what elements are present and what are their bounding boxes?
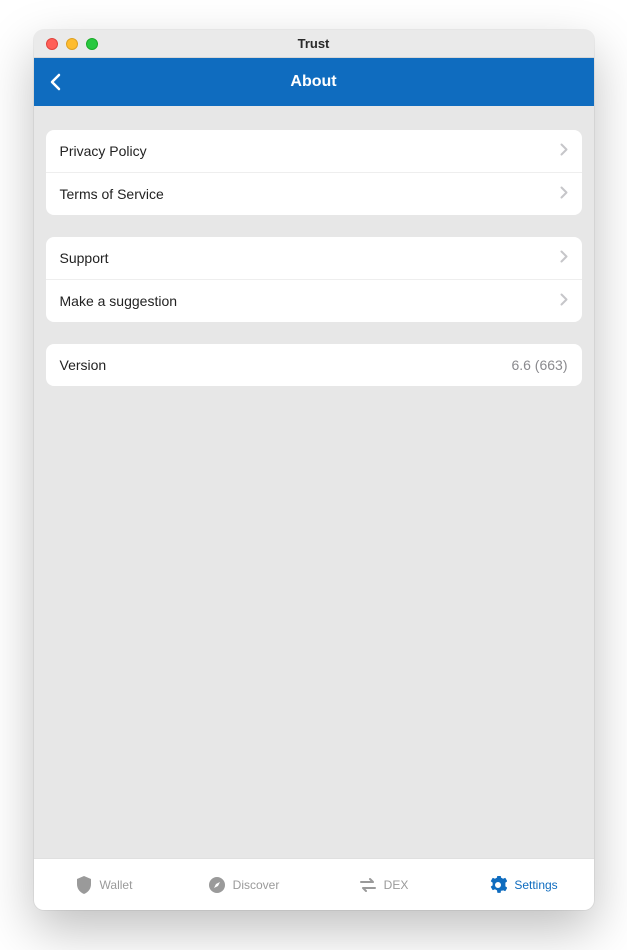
- row-privacy-policy[interactable]: Privacy Policy: [46, 130, 582, 173]
- app-header: About: [34, 58, 594, 106]
- tab-wallet[interactable]: Wallet: [34, 859, 174, 910]
- chevron-right-icon: [560, 250, 568, 266]
- gear-icon: [489, 876, 507, 894]
- row-label: Terms of Service: [60, 186, 164, 202]
- tab-label: Wallet: [100, 878, 133, 892]
- tab-discover[interactable]: Discover: [174, 859, 314, 910]
- page-title: About: [34, 73, 594, 91]
- tab-label: DEX: [384, 878, 409, 892]
- list-group-legal: Privacy Policy Terms of Service: [46, 130, 582, 215]
- tab-dex[interactable]: DEX: [314, 859, 454, 910]
- list-group-version: Version 6.6 (663): [46, 344, 582, 386]
- row-label: Privacy Policy: [60, 143, 147, 159]
- row-suggestion[interactable]: Make a suggestion: [46, 280, 582, 322]
- version-value: 6.6 (663): [511, 357, 567, 373]
- back-button[interactable]: [34, 58, 78, 106]
- row-label: Make a suggestion: [60, 293, 178, 309]
- app-window: Trust About Privacy Policy Terms of Serv…: [34, 30, 594, 910]
- tab-settings[interactable]: Settings: [454, 859, 594, 910]
- chevron-right-icon: [560, 293, 568, 309]
- row-label: Version: [60, 357, 107, 373]
- row-version: Version 6.6 (663): [46, 344, 582, 386]
- content-area: Privacy Policy Terms of Service Support: [34, 106, 594, 858]
- titlebar: Trust: [34, 30, 594, 58]
- tab-label: Settings: [514, 878, 557, 892]
- swap-icon: [359, 876, 377, 894]
- tab-label: Discover: [233, 878, 280, 892]
- chevron-left-icon: [50, 73, 61, 91]
- tab-bar: Wallet Discover DEX Settings: [34, 858, 594, 910]
- row-label: Support: [60, 250, 109, 266]
- shield-icon: [75, 876, 93, 894]
- list-group-support: Support Make a suggestion: [46, 237, 582, 322]
- chevron-right-icon: [560, 143, 568, 159]
- chevron-right-icon: [560, 186, 568, 202]
- row-support[interactable]: Support: [46, 237, 582, 280]
- compass-icon: [208, 876, 226, 894]
- window-title: Trust: [34, 36, 594, 51]
- row-terms-of-service[interactable]: Terms of Service: [46, 173, 582, 215]
